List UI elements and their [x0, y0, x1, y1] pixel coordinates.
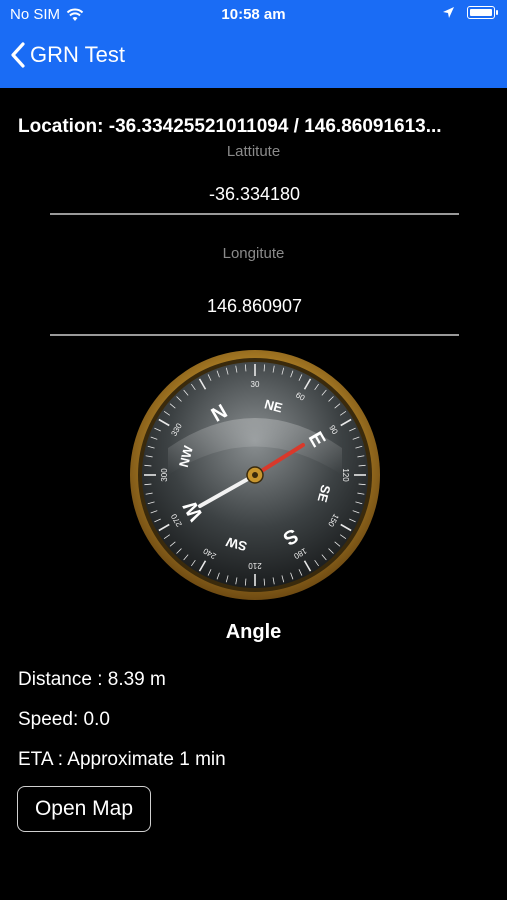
navigation-bar: GRN Test: [0, 30, 507, 88]
longitude-field[interactable]: 146.860907: [50, 296, 459, 317]
longitude-underline: [50, 334, 459, 336]
open-map-button[interactable]: Open Map: [17, 786, 151, 832]
status-bar: No SIM 10:58 am: [0, 0, 507, 30]
angle-title: Angle: [225, 621, 282, 643]
latitude-field[interactable]: -36.334180: [50, 184, 459, 205]
compass-degree-label: 30: [251, 380, 260, 389]
latitude-underline: [50, 213, 459, 215]
back-button[interactable]: GRN Test: [10, 41, 125, 69]
latitude-label: Lattitute: [226, 143, 281, 160]
chevron-left-icon: [11, 42, 25, 68]
speed-text: Speed: 0.0: [18, 709, 110, 730]
battery-icon: [467, 6, 498, 19]
status-right: [442, 6, 498, 19]
compass-icon: 306090120150180210240270300330 NNEESESSW…: [130, 350, 380, 600]
status-time: 10:58 am: [221, 6, 286, 23]
compass-degree-label: 120: [341, 468, 350, 482]
longitude-label: Longitute: [222, 245, 285, 262]
location-arrow-icon: [443, 7, 454, 18]
compass-degree-label: 210: [248, 561, 262, 570]
back-button-label: GRN Test: [30, 42, 125, 67]
location-text: Location: -36.33425521011094 / 146.86091…: [18, 116, 442, 137]
compass-degree-label: 300: [160, 468, 169, 482]
distance-text: Distance : 8.39 m: [18, 669, 166, 690]
eta-text: ETA : Approximate 1 min: [18, 749, 226, 770]
